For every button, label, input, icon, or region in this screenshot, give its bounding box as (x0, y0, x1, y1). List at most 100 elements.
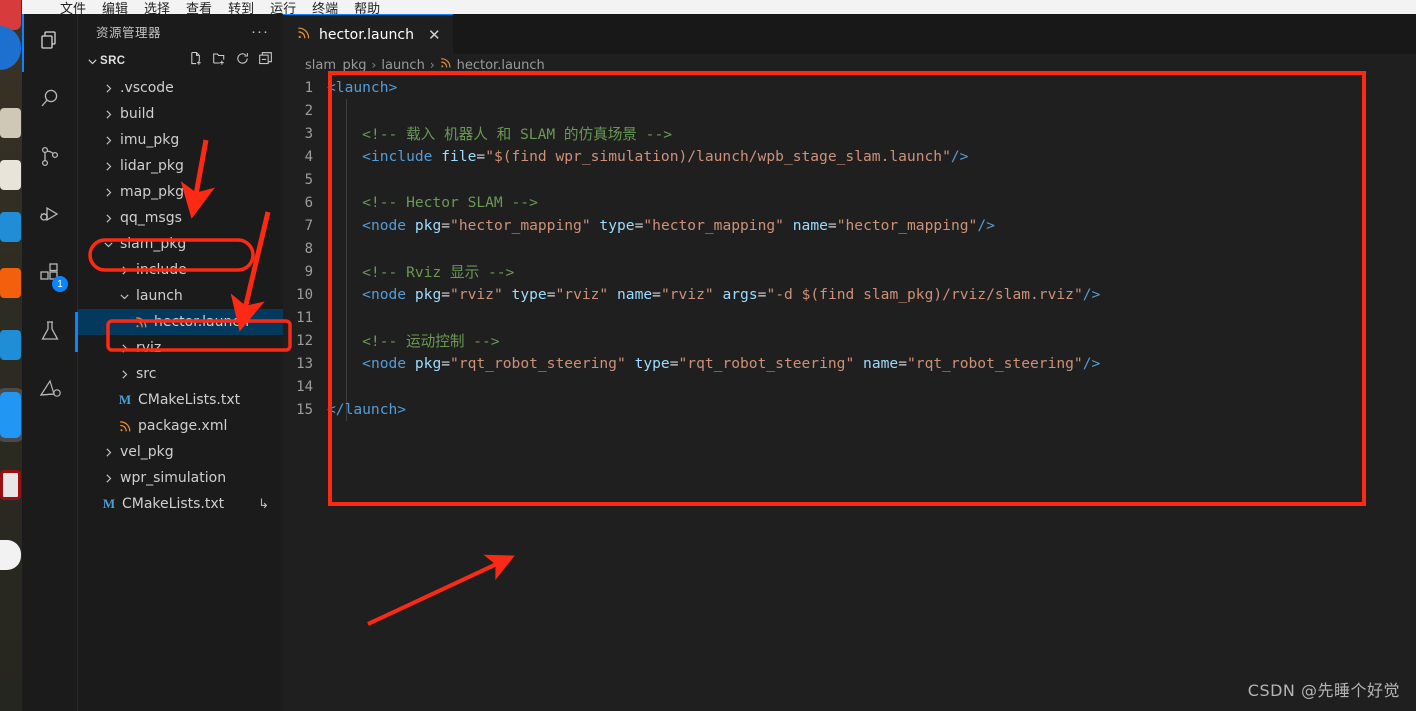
code-token: <!-- Hector SLAM --> (327, 194, 538, 211)
tree-item-src[interactable]: src (78, 361, 283, 387)
dock-icon-4[interactable] (0, 160, 21, 190)
editor-area: hector.launch ✕ slam_pkg › launch › hect… (283, 14, 1416, 711)
code-token: = (441, 286, 451, 303)
code-line: 1 <launch> (283, 76, 1416, 99)
line-number: 1 (304, 79, 313, 96)
dock-icon-3[interactable] (0, 108, 21, 138)
tree-item-map-pkg[interactable]: map_pkg (78, 179, 283, 205)
code-text: <!-- 载入 机器人 和 SLAM 的仿真场景 --> (327, 123, 672, 144)
code-line: 10 <node pkg="rviz" type="rviz" name="rv… (283, 283, 1416, 306)
code-token: <!-- 运动控制 --> (327, 333, 500, 350)
tree-item-label: imu_pkg (120, 132, 180, 148)
code-text: <include file="$(find wpr_simulation)/la… (327, 148, 968, 165)
dock-icon-2[interactable] (0, 26, 21, 70)
breadcrumb-item-1[interactable]: launch (381, 58, 424, 73)
new-file-icon[interactable] (189, 51, 204, 71)
refresh-icon[interactable] (235, 51, 250, 71)
tree-item-label: vel_pkg (120, 444, 174, 460)
menu-item-1[interactable]: 编辑 (102, 0, 128, 15)
dock-icon-7[interactable] (0, 330, 21, 360)
menu-item-6[interactable]: 终端 (312, 0, 338, 15)
dock-icon-6[interactable] (0, 268, 21, 298)
activity-item-explorer[interactable] (22, 14, 78, 72)
breadcrumb-item-2[interactable]: hector.launch (457, 58, 545, 73)
dock-icon-9[interactable] (0, 470, 21, 500)
tree-item-hector-launch[interactable]: hector.launch (78, 309, 283, 335)
code-line: 14 (283, 375, 1416, 398)
menu-item-7[interactable]: 帮助 (354, 0, 380, 15)
tree-item-label: .vscode (120, 80, 174, 96)
line-number: 5 (304, 171, 313, 188)
tree-item-wpr-simulation[interactable]: wpr_simulation (78, 465, 283, 491)
explorer-more-actions-icon[interactable]: ··· (241, 24, 279, 39)
tree-item-rviz[interactable]: rviz (78, 335, 283, 361)
close-icon[interactable]: ✕ (428, 26, 441, 44)
code-line: 2 (283, 99, 1416, 122)
activity-item-extensions[interactable]: 1 (22, 246, 78, 304)
tree-item-label: wpr_simulation (120, 470, 227, 486)
tree-item-lidar-pkg[interactable]: lidar_pkg (78, 153, 283, 179)
code-line: 9 <!-- Rviz 显示 --> (283, 260, 1416, 283)
activity-item-ros[interactable] (22, 362, 78, 420)
code-text: <!-- Rviz 显示 --> (327, 261, 514, 282)
activity-item-source-control[interactable] (22, 130, 78, 188)
tree-item-build[interactable]: build (78, 101, 283, 127)
code-token: "rqt_robot_steering" (678, 355, 855, 372)
tree-item-cmakelists-txt[interactable]: M CMakeLists.txt (78, 387, 283, 413)
explorer-sidebar: 资源管理器 ··· SRC .vscode build imu_pkg lida… (78, 14, 283, 711)
code-token: <node (362, 286, 415, 303)
tree-item-label: CMakeLists.txt (138, 392, 241, 408)
cmake-file-icon: M (102, 496, 116, 511)
collapse-all-icon[interactable] (258, 51, 273, 71)
menu-item-0[interactable]: 文件 (60, 0, 86, 15)
tree-item-label: map_pkg (120, 184, 184, 200)
xml-file-icon (132, 316, 150, 329)
tree-item-imu-pkg[interactable]: imu_pkg (78, 127, 283, 153)
breadcrumb-item-0[interactable]: slam_pkg (305, 58, 367, 73)
activity-item-testing[interactable] (22, 304, 78, 362)
code-token: = (898, 355, 907, 372)
code-editor[interactable]: 1 <launch> 2 3 <!-- 载入 机器人 和 SLAM 的仿真场景 -->… (283, 76, 1416, 711)
chevron-right-icon (116, 343, 132, 354)
explorer-section-src[interactable]: SRC (78, 49, 283, 73)
code-token: <launch> (327, 79, 398, 96)
tree-item-qq-msgs[interactable]: qq_msgs (78, 205, 283, 231)
menu-item-3[interactable]: 查看 (186, 0, 212, 15)
code-token: "-d $(find slam_pkg)/rviz/slam.rviz" (766, 286, 1083, 303)
activity-item-search[interactable] (22, 72, 78, 130)
code-token: pkg (414, 286, 442, 303)
code-token: "rviz" (450, 286, 503, 303)
editor-tab-hector-launch[interactable]: hector.launch ✕ (283, 14, 453, 54)
tree-item-package-xml[interactable]: package.xml (78, 413, 283, 439)
tree-item-slam-pkg[interactable]: slam_pkg (78, 231, 283, 257)
explorer-section-actions (189, 51, 283, 71)
tree-item-vel-pkg[interactable]: vel_pkg (78, 439, 283, 465)
tree-item-include[interactable]: include (78, 257, 283, 283)
menu-item-5[interactable]: 运行 (270, 0, 296, 15)
tree-item-label: build (120, 106, 155, 122)
tree-item-cmakelists-txt[interactable]: M CMakeLists.txt ↳ (78, 491, 283, 517)
activity-item-run-and-debug[interactable] (22, 188, 78, 246)
code-token: <include (362, 148, 442, 165)
tree-item-label: hector.launch (154, 314, 249, 330)
tree-item-launch[interactable]: launch (78, 283, 283, 309)
menu-item-2[interactable]: 选择 (144, 0, 170, 15)
code-text: <node pkg="rqt_robot_steering" type="rqt… (327, 355, 1100, 372)
explorer-title-row: 资源管理器 ··· (78, 14, 283, 49)
tree-item-label: rviz (136, 340, 162, 356)
dock-icon-10[interactable] (0, 540, 21, 570)
new-folder-icon[interactable] (212, 51, 227, 71)
menu-item-4[interactable]: 转到 (228, 0, 254, 15)
code-line: 6 <!-- Hector SLAM --> (283, 191, 1416, 214)
code-token: file (441, 148, 477, 165)
code-token: pkg (414, 217, 442, 234)
editor-tab-bar: hector.launch ✕ (283, 14, 1416, 54)
code-token: = (441, 217, 451, 234)
dock-icon-8[interactable] (0, 392, 21, 438)
tree-item--vscode[interactable]: .vscode (78, 75, 283, 101)
dock-icon-5[interactable] (0, 212, 21, 242)
code-token: </launch> (327, 401, 407, 418)
